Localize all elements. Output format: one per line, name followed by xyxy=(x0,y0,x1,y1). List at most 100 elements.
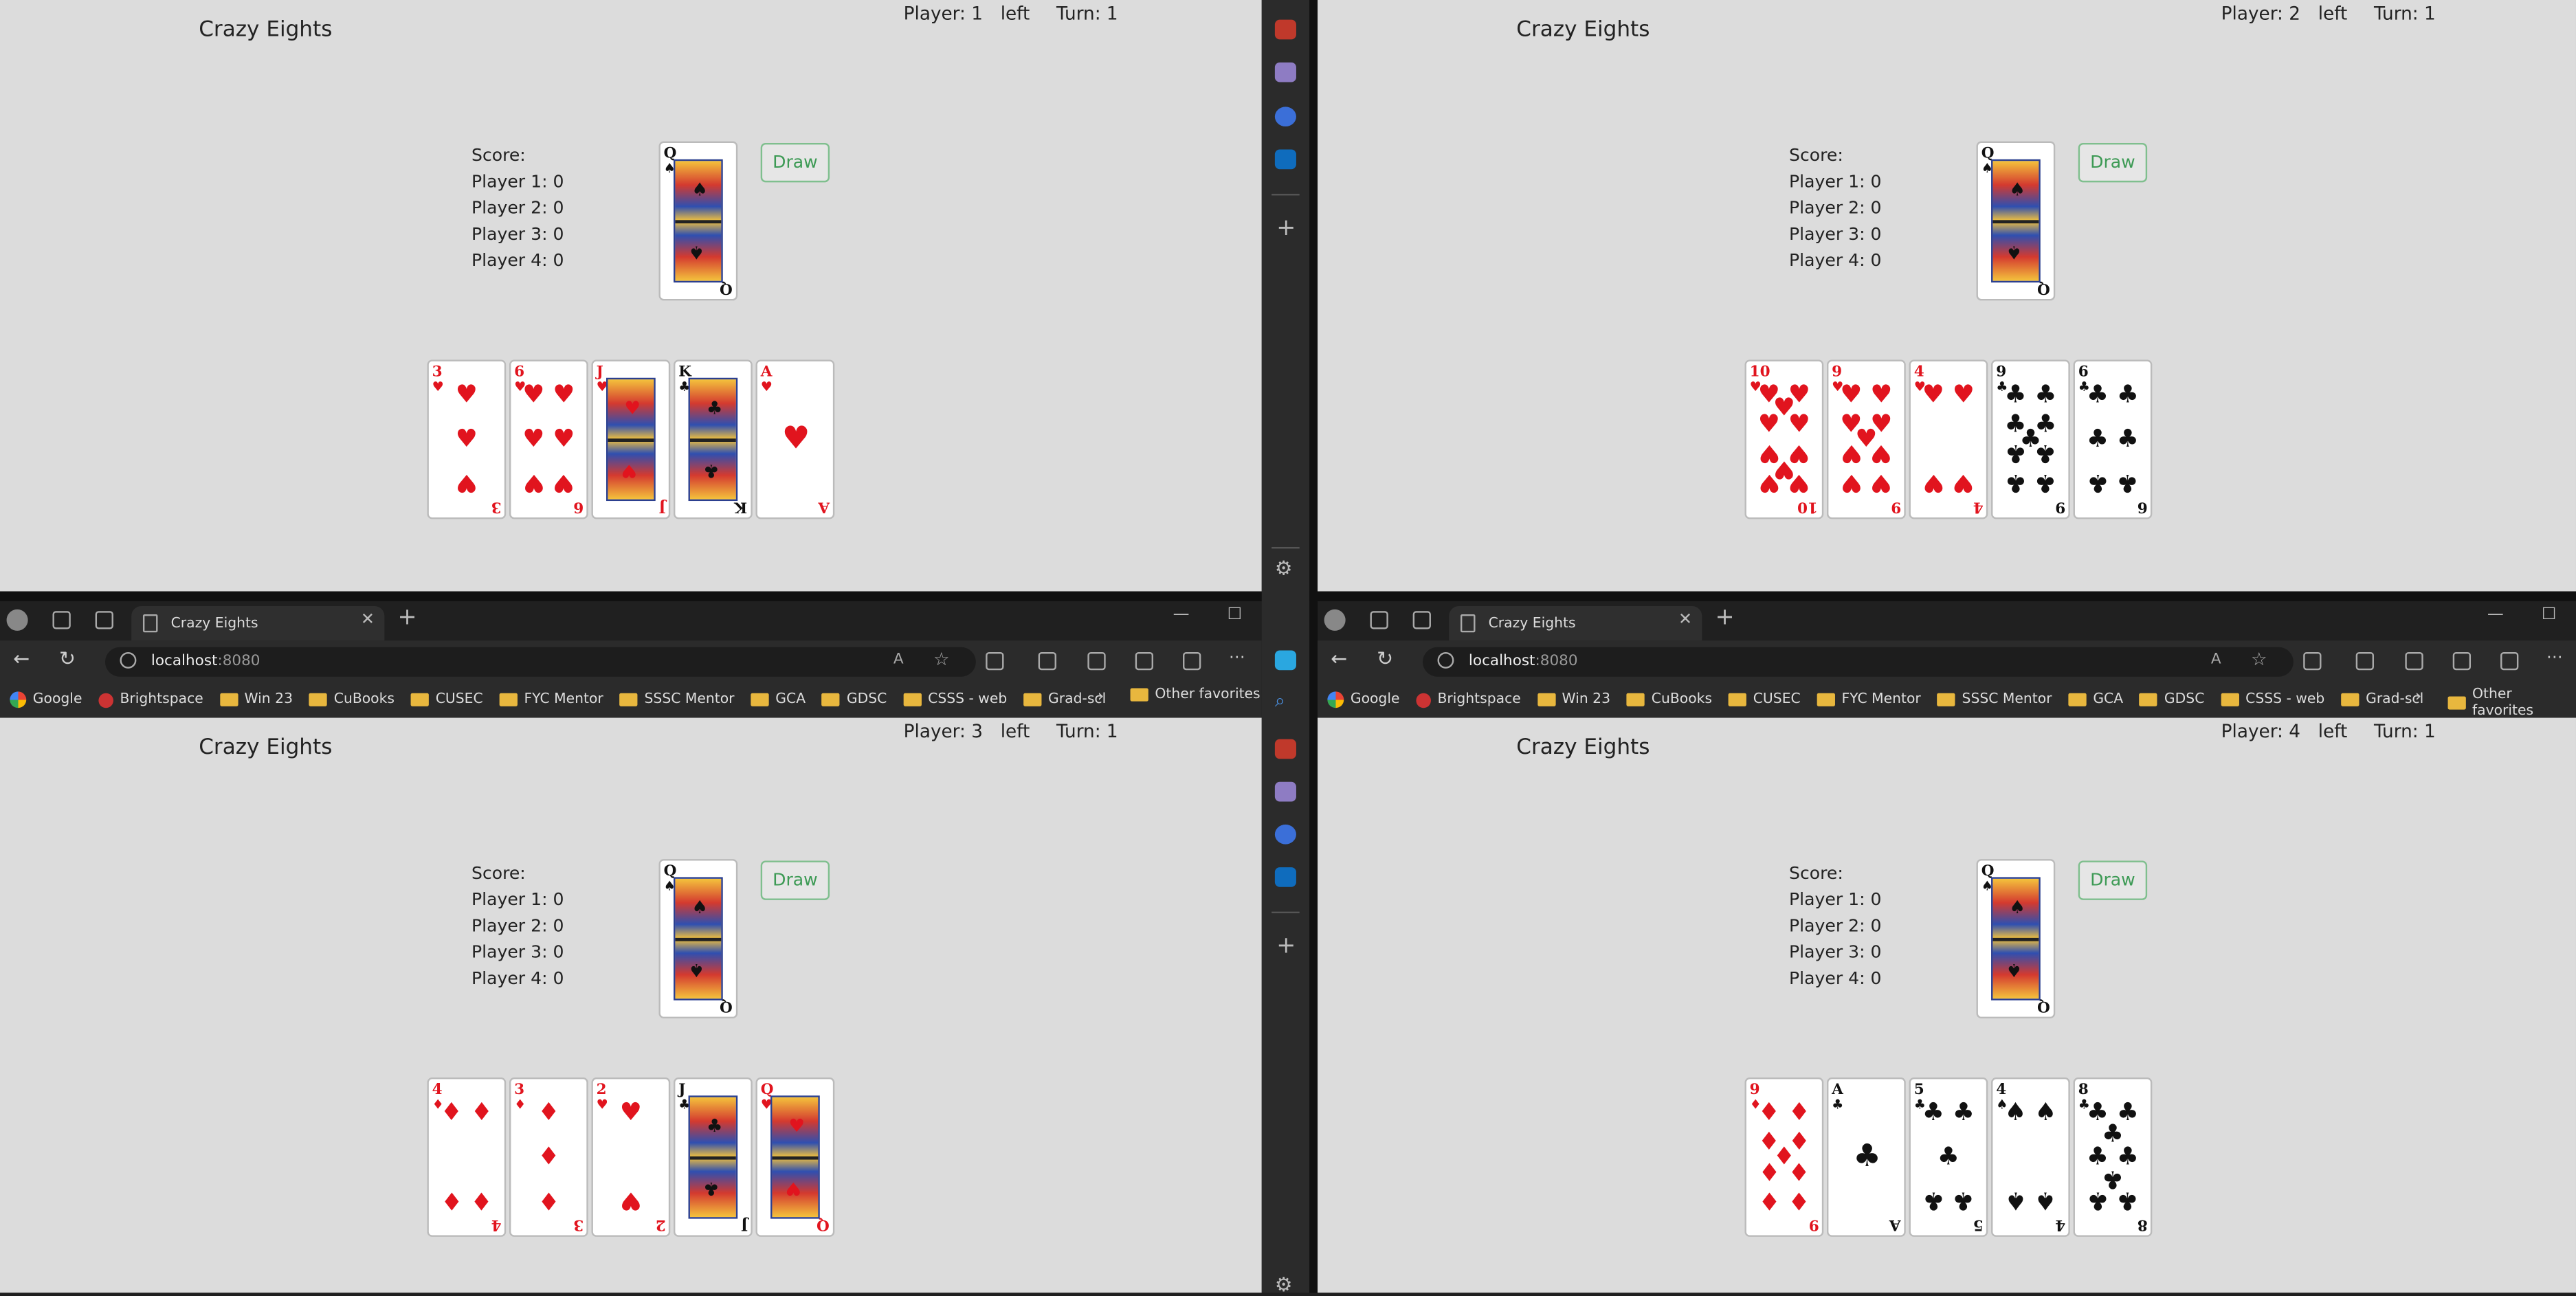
gear-icon[interactable]: ⚙ xyxy=(1275,557,1293,579)
chess-icon[interactable] xyxy=(1274,62,1296,82)
card-10-of-hearts[interactable]: 10 ♥ 10 ♥ ♥ ♥ ♥ ♥ ♥ ♥ ♥ ♥ ♥ xyxy=(1744,359,1824,519)
bookmark-item[interactable]: SSSC Mentor xyxy=(619,691,735,708)
read-aloud-icon[interactable]: A xyxy=(893,652,904,669)
collections-icon[interactable] xyxy=(2452,651,2472,671)
split-screen-icon[interactable] xyxy=(2355,651,2374,671)
bookmark-item[interactable]: CUSEC xyxy=(410,691,483,708)
card-9-of-clubs[interactable]: 9 ♣ 9 ♣ ♣ ♣ ♣ ♣ ♣ ♣ ♣ ♣ xyxy=(1991,359,2070,519)
card-king-of-clubs[interactable]: K ♣ K ♣ ♣ xyxy=(674,359,753,519)
tab-actions-icon[interactable] xyxy=(1412,611,1431,629)
site-info-icon[interactable] xyxy=(1437,651,1454,669)
read-aloud-icon[interactable]: A xyxy=(2211,652,2221,669)
card-4-of-diamonds[interactable]: 4 ♦ 4 ♦ ♦ ♦ ♦ xyxy=(427,1077,507,1237)
card-3-of-diamonds[interactable]: 3 ♦ 3 ♦ ♦ ♦ xyxy=(509,1077,588,1237)
bookmark-item[interactable]: Win 23 xyxy=(1537,691,1610,708)
card-ace-of-hearts[interactable]: A ♥ A ♥ xyxy=(755,359,835,519)
card-queen-of-spades[interactable]: Q ♠ Q ♠ ♠ xyxy=(1976,859,2056,1018)
more-favorites-chevron-icon[interactable]: › xyxy=(2415,689,2422,706)
card-9-of-diamonds[interactable]: 9 ♦ 9 ♦ ♦ ♦ ♦ ♦ ♦ ♦ ♦ ♦ xyxy=(1744,1077,1824,1237)
copilot-icon[interactable] xyxy=(1274,650,1296,671)
tab-actions-icon[interactable] xyxy=(95,611,113,629)
bookmark-item[interactable]: Grad-scl xyxy=(1023,691,1106,708)
maximize-button[interactable]: ☐ xyxy=(2542,606,2556,624)
new-tab-button[interactable]: + xyxy=(397,605,417,631)
card-queen-of-spades[interactable]: Q ♠ Q ♠ ♠ xyxy=(1976,141,2056,301)
bookmark-item[interactable]: CuBooks xyxy=(309,691,395,708)
minimize-button[interactable]: — xyxy=(1173,606,1190,624)
card-queen-of-spades[interactable]: Q ♠ Q ♠ ♠ xyxy=(658,859,738,1018)
tab-crazy-eights[interactable]: Crazy Eights ✕ xyxy=(1449,606,1702,641)
extensions-icon[interactable] xyxy=(986,651,1004,671)
maximize-button[interactable]: ☐ xyxy=(1228,606,1242,624)
card-9-of-hearts[interactable]: 9 ♥ 9 ♥ ♥ ♥ ♥ ♥ ♥ ♥ ♥ ♥ xyxy=(1827,359,1906,519)
bookmark-item[interactable]: FYC Mentor xyxy=(499,691,603,708)
extensions-icon[interactable] xyxy=(2303,651,2322,671)
site-info-icon[interactable] xyxy=(120,651,137,669)
toolbox-icon[interactable] xyxy=(1274,739,1296,759)
bookmark-item[interactable]: CuBooks xyxy=(1626,691,1712,708)
card-5-of-clubs[interactable]: 5 ♣ 5 ♣ ♣ ♣ ♣ ♣ xyxy=(1909,1077,1988,1237)
profile-avatar[interactable] xyxy=(6,609,28,631)
favorite-star-icon[interactable]: ☆ xyxy=(2251,649,2267,670)
bookmark-item[interactable]: Grad-scl xyxy=(2341,691,2423,708)
card-ace-of-clubs[interactable]: A ♣ A ♣ xyxy=(1827,1077,1906,1237)
card-4-of-spades[interactable]: 4 ♠ 4 ♠ ♠ ♠ ♠ xyxy=(1991,1077,2070,1237)
collections-icon[interactable] xyxy=(1135,651,1153,671)
bookmark-item[interactable]: GDSC xyxy=(2140,691,2204,708)
bookmark-item[interactable]: CUSEC xyxy=(1728,691,1801,708)
workspaces-icon[interactable] xyxy=(52,611,71,629)
outlook-icon[interactable] xyxy=(1274,867,1296,887)
card-6-of-clubs[interactable]: 6 ♣ 6 ♣ ♣ ♣ ♣ ♣ ♣ xyxy=(2073,359,2153,519)
favorites-icon[interactable] xyxy=(2405,651,2423,671)
more-favorites-chevron-icon[interactable]: › xyxy=(1098,689,1104,706)
new-tab-button[interactable]: + xyxy=(1715,605,1734,631)
bookmark-item[interactable]: CSSS - web xyxy=(2221,691,2324,708)
bookmark-item[interactable]: Brightspace xyxy=(1416,691,1521,708)
favorite-star-icon[interactable]: ☆ xyxy=(933,649,950,670)
bookmark-item[interactable]: GDSC xyxy=(822,691,887,708)
card-3-of-hearts[interactable]: 3 ♥ 3 ♥ ♥ ♥ xyxy=(427,359,507,519)
more-menu-icon[interactable]: ⋯ xyxy=(1229,649,1245,667)
address-bar[interactable]: localhost:8080 A ☆ xyxy=(1422,647,2294,677)
bookmark-item[interactable]: Google xyxy=(1327,691,1399,708)
draw-button[interactable]: Draw xyxy=(2078,142,2148,183)
card-jack-of-hearts[interactable]: J ♥ J ♥ ♥ xyxy=(591,359,671,519)
bookmark-item[interactable]: Win 23 xyxy=(219,691,293,708)
tab-crazy-eights[interactable]: Crazy Eights ✕ xyxy=(131,606,385,641)
back-icon[interactable]: ← xyxy=(1331,647,1347,670)
draw-button[interactable]: Draw xyxy=(760,860,830,900)
refresh-icon[interactable]: ↻ xyxy=(59,647,76,670)
draw-button[interactable]: Draw xyxy=(760,142,830,183)
back-icon[interactable]: ← xyxy=(13,647,30,670)
add-app-icon[interactable]: + xyxy=(1276,215,1296,241)
bookmark-item[interactable]: GCA xyxy=(751,691,806,708)
other-favorites[interactable]: Other favorites xyxy=(1130,686,1261,703)
card-6-of-hearts[interactable]: 6 ♥ 6 ♥ ♥ ♥ ♥ ♥ ♥ xyxy=(509,359,588,519)
search-icon[interactable]: ⌕ xyxy=(1275,690,1285,713)
workspaces-icon[interactable] xyxy=(1370,611,1388,629)
minimize-button[interactable]: — xyxy=(2487,606,2504,624)
refresh-icon[interactable]: ↻ xyxy=(1377,647,1393,670)
card-queen-of-hearts[interactable]: Q ♥ Q ♥ ♥ xyxy=(755,1077,835,1237)
outlook-icon[interactable] xyxy=(1274,149,1296,170)
split-screen-icon[interactable] xyxy=(1038,651,1056,671)
more-menu-icon[interactable]: ⋯ xyxy=(2546,649,2563,667)
bookmark-item[interactable]: CSSS - web xyxy=(903,691,1007,708)
bookmark-item[interactable]: FYC Mentor xyxy=(1817,691,1921,708)
close-tab-icon[interactable]: ✕ xyxy=(1678,611,1692,629)
close-tab-icon[interactable]: ✕ xyxy=(361,611,375,629)
copilot-icon[interactable] xyxy=(1274,824,1296,845)
bookmark-item[interactable]: Google xyxy=(10,691,82,708)
card-queen-of-spades[interactable]: Q ♠ Q ♠ ♠ xyxy=(658,141,738,301)
toolbox-icon[interactable] xyxy=(1274,19,1296,40)
bookmark-item[interactable]: SSSC Mentor xyxy=(1937,691,2052,708)
bookmark-item[interactable]: Brightspace xyxy=(98,691,203,708)
gear-icon[interactable]: ⚙ xyxy=(1275,1273,1293,1295)
draw-button[interactable]: Draw xyxy=(2078,860,2148,900)
favorites-icon[interactable] xyxy=(1087,651,1106,671)
card-2-of-hearts[interactable]: 2 ♥ 2 ♥ ♥ xyxy=(591,1077,671,1237)
card-jack-of-clubs[interactable]: J ♣ J ♣ ♣ xyxy=(674,1077,753,1237)
address-bar[interactable]: localhost:8080 A ☆ xyxy=(104,647,976,677)
bookmark-item[interactable]: GCA xyxy=(2068,691,2123,708)
profile-avatar[interactable] xyxy=(1324,609,1346,631)
